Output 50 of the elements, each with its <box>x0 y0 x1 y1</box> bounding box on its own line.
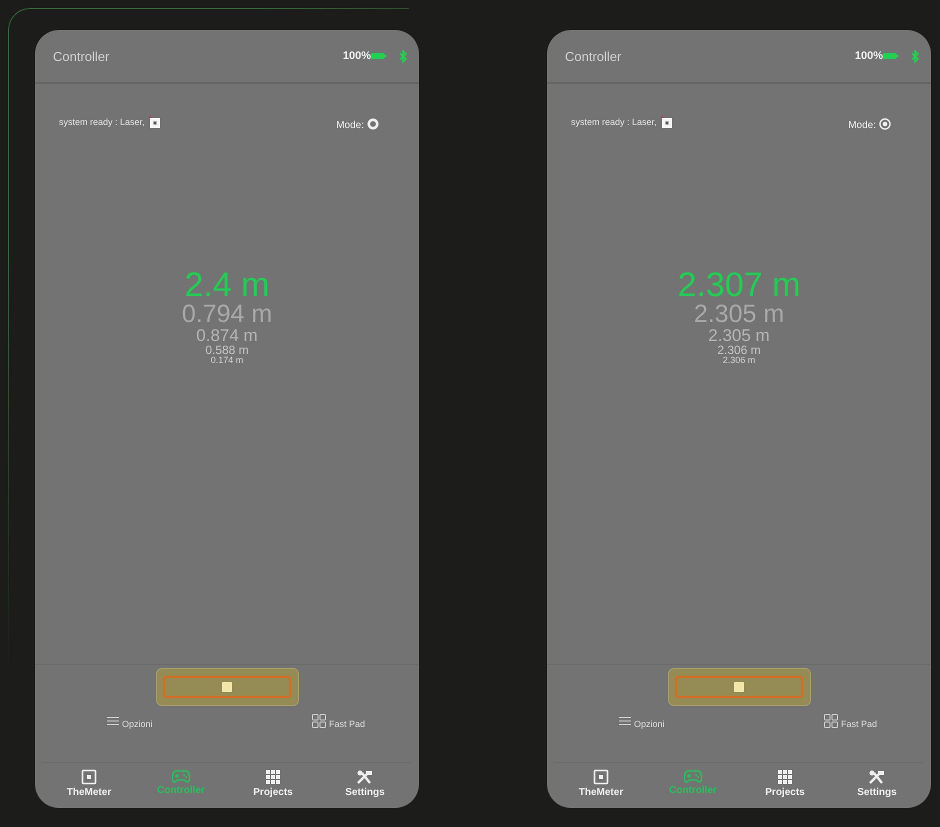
grid-icon <box>824 714 838 728</box>
grid-icon <box>312 714 326 728</box>
grid-icon <box>777 769 793 785</box>
nav-tab[interactable]: Settings <box>330 769 400 808</box>
gamepad-icon <box>172 769 190 783</box>
screen-title: Controller <box>53 48 110 64</box>
option-button[interactable]: Opzioni <box>619 716 665 732</box>
reading: 2.305 m <box>708 327 770 344</box>
primary-reading: 2.307 m <box>678 268 800 302</box>
reading: 2.306 m <box>717 344 761 356</box>
battery-icon <box>371 52 387 60</box>
tools-icon <box>868 769 886 785</box>
laser-icon <box>660 116 672 128</box>
sliders-icon <box>619 716 631 726</box>
option-button[interactable]: Fast Pad <box>312 716 365 732</box>
status-text: system ready : Laser, <box>571 116 657 126</box>
option-button[interactable]: Fast Pad <box>824 716 877 732</box>
battery-level: 100% <box>854 50 883 62</box>
grid-icon <box>265 769 281 785</box>
nav-tab[interactable]: Projects <box>238 769 308 808</box>
reading: 0.874 m <box>196 327 258 344</box>
option-button[interactable]: Opzioni <box>107 716 153 732</box>
ring-icon <box>367 118 379 130</box>
square-icon <box>81 769 97 785</box>
target-icon <box>879 118 891 130</box>
status-text: system ready : Laser, <box>59 116 145 126</box>
bluetooth-icon <box>399 50 407 62</box>
nav-tab[interactable]: Controller <box>658 769 728 808</box>
reading: 2.306 m <box>722 356 756 365</box>
tools-icon <box>356 769 374 785</box>
reading: 0.174 m <box>210 356 244 365</box>
nav-tab[interactable]: Settings <box>842 769 912 808</box>
nav-tab[interactable]: TheMeter <box>54 769 124 808</box>
square-icon <box>593 769 609 785</box>
battery-level: 100% <box>342 50 371 62</box>
mode-label: Mode: <box>336 120 364 131</box>
primary-reading: 2.4 m <box>184 268 270 302</box>
mode-label: Mode: <box>848 120 876 131</box>
bluetooth-icon <box>911 50 919 62</box>
reading: 0.588 m <box>205 344 249 356</box>
laser-icon <box>148 116 160 128</box>
stop-button[interactable] <box>156 668 298 706</box>
screen-title: Controller <box>565 48 622 64</box>
battery-icon <box>883 52 899 60</box>
stop-button[interactable] <box>668 668 810 706</box>
gamepad-icon <box>684 769 702 783</box>
nav-tab[interactable]: Controller <box>146 769 216 808</box>
nav-tab[interactable]: TheMeter <box>566 769 636 808</box>
nav-tab[interactable]: Projects <box>750 769 820 808</box>
sliders-icon <box>107 716 119 726</box>
